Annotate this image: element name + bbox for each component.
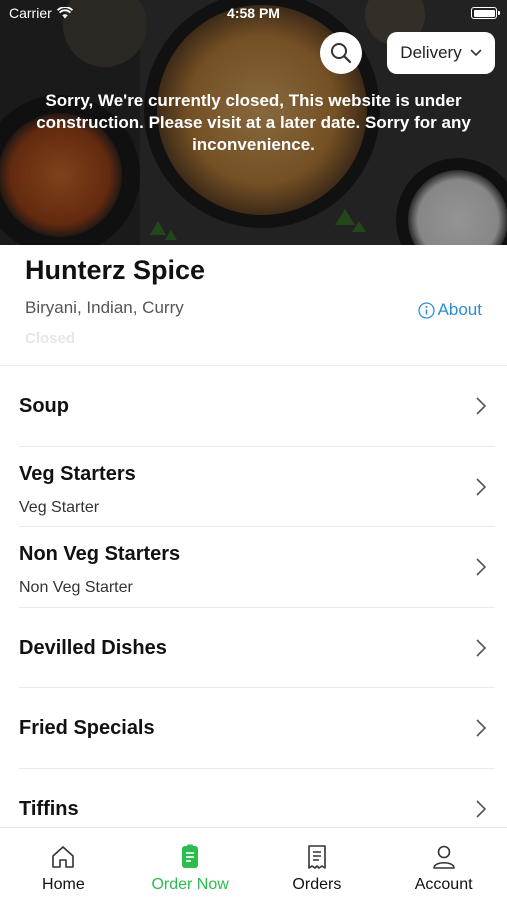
- restaurant-name: Hunterz Spice: [25, 255, 206, 285]
- category-subtitle: Veg Starter: [19, 498, 100, 516]
- category-subtitle: Non Veg Starter: [19, 579, 133, 596]
- chevron-right-icon: [476, 799, 487, 818]
- tab-label: Order Now: [151, 876, 229, 893]
- restaurant-cuisines: Biryani, Indian, Curry: [25, 298, 184, 317]
- about-link[interactable]: About: [417, 300, 482, 320]
- category-title: Soup: [19, 395, 69, 417]
- category-row-non-veg-starters[interactable]: Non Veg Starters Non Veg Starter: [19, 527, 495, 608]
- tab-orders[interactable]: Orders: [254, 828, 381, 900]
- search-button[interactable]: [320, 32, 362, 74]
- tab-label: Account: [414, 876, 473, 893]
- restaurant-status: Closed: [25, 330, 76, 347]
- order-mode-dropdown[interactable]: Delivery: [387, 32, 495, 74]
- about-label: About: [437, 300, 482, 319]
- chevron-down-icon: [470, 49, 482, 57]
- category-row-fried-specials[interactable]: Fried Specials: [19, 688, 495, 769]
- status-bar: Carrier 4:58 PM: [0, 0, 507, 28]
- clock: 4:58 PM: [227, 5, 280, 21]
- category-title: Devilled Dishes: [19, 636, 167, 659]
- category-title: Tiffins: [19, 797, 79, 820]
- chevron-right-icon: [476, 477, 487, 496]
- chevron-right-icon: [476, 638, 487, 657]
- user-icon: [432, 845, 455, 869]
- tab-account[interactable]: Account: [380, 828, 507, 900]
- tab-home[interactable]: Home: [0, 828, 127, 900]
- chevron-right-icon: [476, 558, 487, 576]
- search-icon: [331, 43, 352, 64]
- bottom-tab-bar: Home Order Now Orders Account: [0, 827, 507, 900]
- tab-label: Home: [42, 876, 85, 893]
- menu-category-list: Soup Veg Starters Veg Starter Non Veg St…: [0, 365, 507, 849]
- closed-notice: Sorry, We're currently closed, This webs…: [36, 91, 471, 154]
- category-row-veg-starters[interactable]: Veg Starters Veg Starter: [19, 447, 495, 527]
- receipt-icon: [308, 845, 326, 869]
- chevron-right-icon: [476, 397, 487, 415]
- order-mode-label: Delivery: [400, 43, 462, 62]
- tab-order-now[interactable]: Order Now: [127, 828, 254, 900]
- tab-label: Orders: [292, 876, 342, 893]
- home-icon: [52, 846, 75, 868]
- chevron-right-icon: [476, 719, 487, 737]
- hero-banner: Carrier 4:58 PM Delivery Sorry, We're cu…: [0, 0, 507, 245]
- category-title: Veg Starters: [19, 462, 136, 485]
- battery-icon: [471, 7, 500, 19]
- category-row-devilled-dishes[interactable]: Devilled Dishes: [19, 608, 495, 688]
- category-title: Non Veg Starters: [19, 543, 181, 565]
- category-row-soup[interactable]: Soup: [19, 366, 495, 447]
- info-icon: [417, 301, 435, 319]
- restaurant-info: Hunterz Spice Biryani, Indian, Curry Abo…: [0, 245, 507, 365]
- order-icon: [182, 844, 199, 868]
- category-title: Fried Specials: [19, 717, 155, 739]
